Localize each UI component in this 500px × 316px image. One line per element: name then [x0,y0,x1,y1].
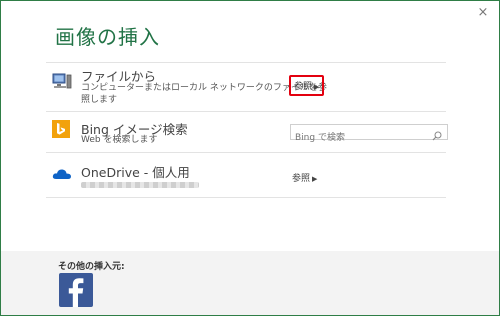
from-file-browse-link[interactable]: 参照 ▶ [289,75,325,96]
onedrive-browse-link[interactable]: 参照 ▶ [292,171,317,184]
search-icon[interactable] [432,126,442,145]
cloud-icon [52,166,72,185]
from-file-row[interactable]: ファイルから コンピューターまたはローカル ネットワークのファイルを参 照します… [46,63,446,111]
other-sources-label: その他の挿入元: [58,262,125,272]
facebook-icon [68,278,84,307]
dialog-title: 画像の挿入 [55,25,160,49]
close-icon: × [477,5,489,20]
account-email [81,182,199,188]
onedrive-title: OneDrive - 個人用 [81,165,190,180]
bing-search-box[interactable] [290,124,448,144]
from-file-description-line2: 照します [81,95,118,105]
facebook-button[interactable] [59,273,93,307]
bing-description: Web を検索します [81,135,158,145]
chevron-right-icon: ▶ [314,83,320,91]
onedrive-row[interactable]: OneDrive - 個人用 参照 ▶ [46,153,446,197]
bing-search-input[interactable] [291,132,425,144]
close-button[interactable]: × [475,5,491,21]
insert-picture-dialog: × 画像の挿入 ファイルから コンピューターまたはローカル ネットワークのファイ… [0,0,500,316]
chevron-right-icon: ▶ [312,175,318,183]
divider [46,197,446,198]
browse-label: 参照 [294,82,313,92]
bing-icon [52,120,70,142]
browse-label: 参照 [292,174,311,184]
computer-icon [52,72,72,94]
bing-image-search-row[interactable]: Bing イメージ検索 Web を検索します [46,112,448,152]
other-sources-panel: その他の挿入元: [1,251,499,315]
